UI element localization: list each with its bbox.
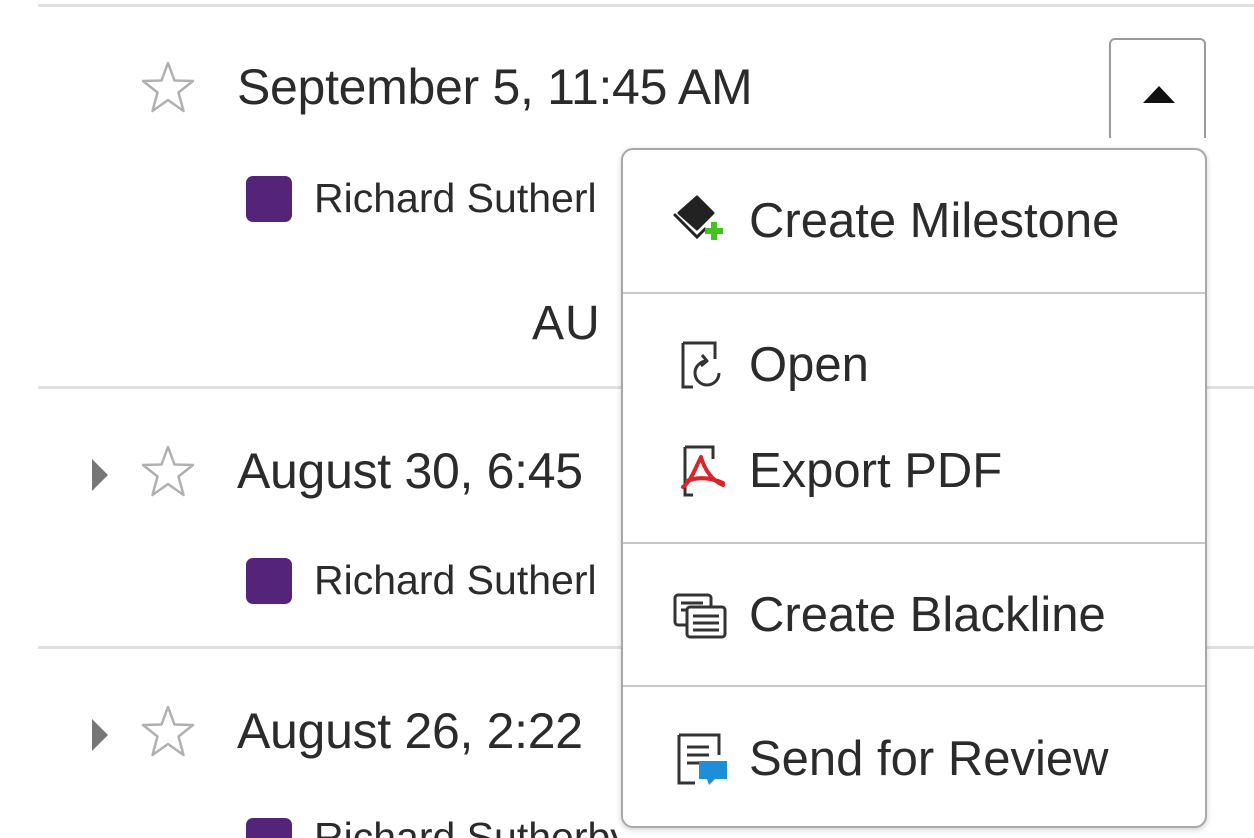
menu-separator <box>623 685 1205 687</box>
version-timestamp[interactable]: August 26, 2:22 <box>237 702 583 760</box>
menu-item-create-milestone[interactable]: Create Milestone <box>623 176 1205 266</box>
author-name: Richard Sutherby <box>314 818 621 838</box>
send-review-icon <box>677 733 727 785</box>
author-name: Richard Sutherl <box>314 557 597 603</box>
menu-item-label: Send for Review <box>749 732 1109 786</box>
caret-up-icon <box>1143 86 1175 103</box>
version-actions-toggle-button[interactable] <box>1109 38 1206 138</box>
menu-item-label: Create Milestone <box>749 194 1120 248</box>
menu-item-label: Create Blackline <box>749 588 1106 642</box>
version-timestamp[interactable]: August 30, 6:45 <box>237 442 583 500</box>
star-icon[interactable] <box>140 704 196 760</box>
group-header: AU <box>532 297 601 350</box>
pdf-icon <box>681 445 725 497</box>
menu-item-send-for-review[interactable]: Send for Review <box>623 714 1205 804</box>
menu-item-create-blackline[interactable]: Create Blackline <box>623 570 1205 660</box>
menu-separator <box>623 542 1205 544</box>
version-actions-menu: Create Milestone Open Export PDF Create … <box>621 148 1207 828</box>
author-name: Richard Sutherl <box>314 175 597 221</box>
create-milestone-icon <box>673 195 723 240</box>
version-timestamp[interactable]: September 5, 11:45 AM <box>237 58 753 116</box>
author-color-swatch <box>246 176 292 222</box>
expand-caret-icon[interactable] <box>92 459 108 491</box>
expand-caret-icon[interactable] <box>92 719 108 751</box>
menu-item-open[interactable]: Open <box>623 320 1205 410</box>
menu-item-label: Open <box>749 338 869 392</box>
open-icon <box>681 341 721 389</box>
author-color-swatch <box>246 818 292 838</box>
menu-item-export-pdf[interactable]: Export PDF <box>623 426 1205 516</box>
top-divider <box>38 4 1254 7</box>
author-color-swatch <box>246 558 292 604</box>
blackline-icon <box>673 593 727 639</box>
menu-separator <box>623 292 1205 294</box>
next-row-clip: Richard Sutherby <box>0 818 621 838</box>
star-icon[interactable] <box>140 60 196 116</box>
star-icon[interactable] <box>140 444 196 500</box>
menu-item-label: Export PDF <box>749 444 1003 498</box>
